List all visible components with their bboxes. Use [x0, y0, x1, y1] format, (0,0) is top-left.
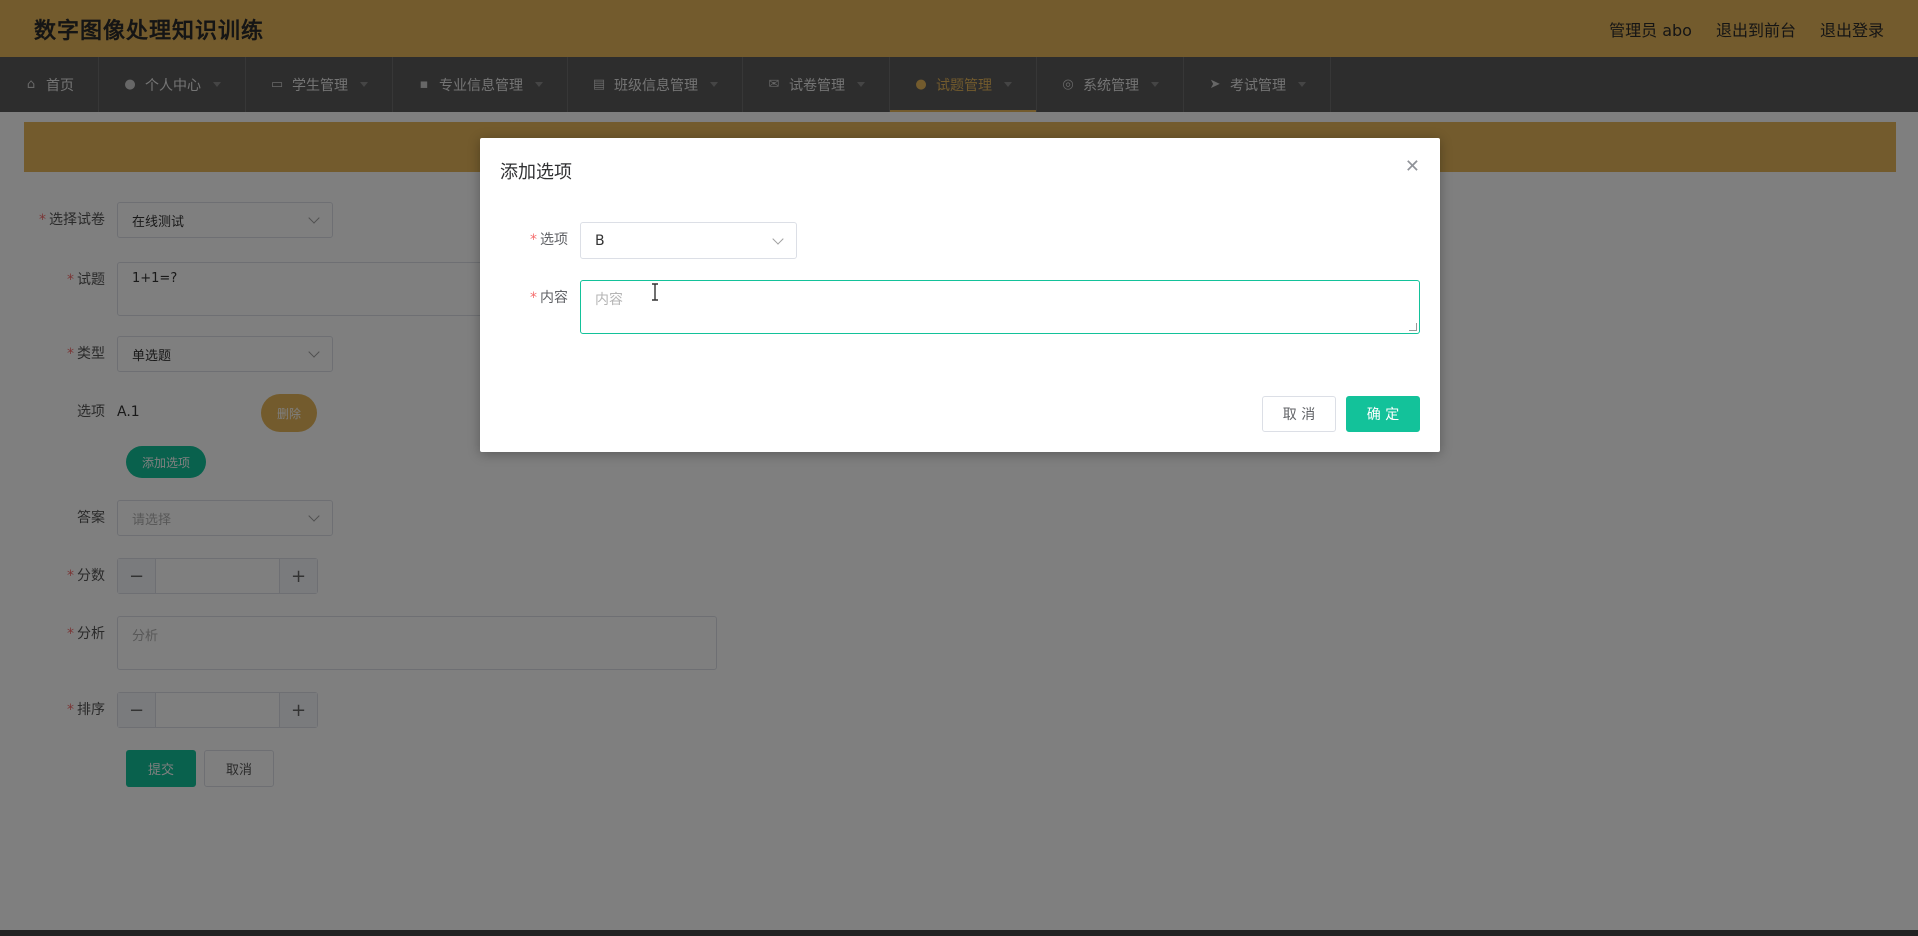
dialog-content-label: 内容 [540, 290, 568, 306]
dialog-option-select[interactable]: B [580, 222, 797, 259]
dialog-row-option: * 选项 B [480, 222, 797, 259]
bottom-strip [0, 930, 1918, 936]
dialog-row-content: * 内容 内容 [480, 280, 1420, 334]
dialog-confirm-button[interactable]: 确 定 [1346, 396, 1420, 432]
dialog-footer: 取 消 确 定 [1262, 396, 1420, 432]
chevron-down-icon [772, 232, 784, 245]
add-option-dialog: 添加选项 ✕ * 选项 B * 内容 内容 取 消 确 定 [480, 138, 1440, 452]
dialog-title: 添加选项 [500, 162, 572, 183]
close-icon[interactable]: ✕ [1405, 156, 1420, 177]
dialog-option-label: 选项 [540, 232, 568, 248]
resize-handle-icon[interactable] [1409, 323, 1417, 331]
dialog-content-textarea[interactable]: 内容 [580, 280, 1420, 334]
dialog-cancel-button[interactable]: 取 消 [1262, 396, 1336, 432]
text-cursor-icon [652, 283, 658, 301]
